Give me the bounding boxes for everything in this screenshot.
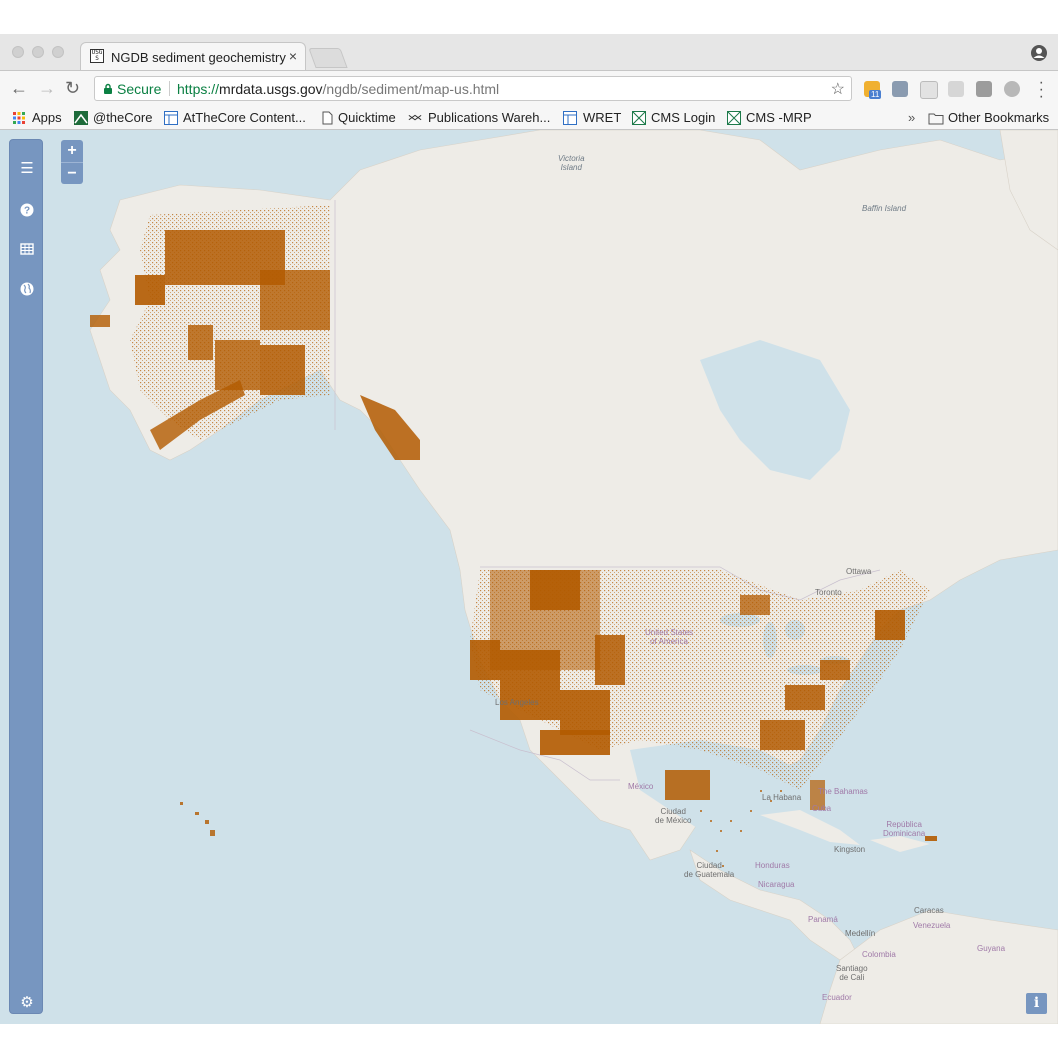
bookmark-thecore[interactable]: @theCore (93, 110, 152, 125)
profile-icon[interactable] (1030, 44, 1048, 62)
label-caracas: Caracas (914, 906, 944, 915)
url-host: mrdata.usgs.gov (219, 81, 323, 97)
bookmark-cms-mrp[interactable]: CMS -MRP (746, 110, 812, 125)
label-ciudad-de-mexico: Ciudad de México (655, 807, 692, 825)
tab-ngdb[interactable]: USGS NGDB sediment geochemistry × (80, 42, 306, 70)
label-kingston: Kingston (834, 845, 866, 854)
page-extension-icon[interactable] (920, 81, 938, 99)
address-separator (169, 81, 170, 96)
secure-label: Secure (117, 81, 162, 97)
bookmark-atthecore[interactable]: AtTheCore Content... (183, 110, 306, 125)
table-icon (563, 111, 577, 125)
table-icon[interactable] (19, 241, 35, 257)
bookmark-quicktime[interactable]: Quicktime (338, 110, 396, 125)
label-guyana: Guyana (977, 944, 1006, 953)
label-united-states: United States of America (645, 628, 694, 646)
info-button[interactable]: i (1026, 993, 1047, 1014)
apps-grid-icon (13, 112, 25, 124)
bookmark-apps[interactable]: Apps (32, 110, 62, 125)
tab-title: NGDB sediment geochemistry (111, 50, 286, 65)
url-text[interactable]: https://mrdata.usgs.gov/ngdb/sediment/ma… (177, 81, 499, 97)
table-icon (164, 111, 178, 125)
url-scheme: https:// (177, 81, 220, 97)
cms-icon (727, 111, 741, 125)
label-cuba: Cuba (812, 804, 832, 813)
label-ottawa: Ottawa (846, 567, 872, 576)
thecore-icon (74, 111, 88, 125)
font-extension-icon[interactable] (948, 81, 964, 97)
menu-icon[interactable]: ☰ (19, 161, 35, 177)
url-path: /ngdb/sediment/map-us.html (322, 81, 500, 97)
page-icon (322, 111, 333, 125)
note-extension-icon[interactable] (976, 81, 992, 97)
close-window-button[interactable] (12, 46, 24, 58)
back-arrow-icon[interactable]: ← (10, 78, 28, 99)
label-honduras: Honduras (755, 861, 790, 870)
label-mexico: México (628, 782, 654, 791)
tab-close-icon[interactable]: × (289, 48, 297, 64)
new-tab-button[interactable] (308, 48, 348, 68)
label-medellin: Medellín (845, 929, 876, 938)
label-la-habana: La Habana (762, 793, 802, 802)
bookmark-publications[interactable]: Publications Wareh... (428, 110, 550, 125)
dev-extension-icon[interactable] (892, 81, 908, 97)
tab-strip: USGS NGDB sediment geochemistry × (0, 34, 1058, 70)
usgs-favicon-icon: USGS (90, 49, 104, 63)
bookmark-cms-login[interactable]: CMS Login (651, 110, 715, 125)
settings-icon[interactable]: ⚙ (19, 995, 35, 1011)
label-ciudad-de-guatemala: Ciudad de Guatemala (684, 861, 735, 879)
label-panama: Panamá (808, 915, 838, 924)
favicon-text: USGS (91, 49, 103, 62)
label-colombia: Colombia (862, 950, 896, 959)
basemap (0, 130, 1058, 1024)
label-ecuador: Ecuador (822, 993, 852, 1002)
zoom-out-button[interactable]: − (61, 163, 83, 185)
map-sidebar: ☰ ? ⚙ (9, 139, 43, 1014)
cms-icon (632, 111, 646, 125)
speech-extension-icon[interactable] (1004, 81, 1020, 97)
label-venezuela: Venezuela (913, 921, 951, 930)
label-victoria-island: Victoria Island (558, 154, 585, 172)
label-baffin-island: Baffin Island (862, 204, 907, 213)
zoom-control: + − (61, 140, 83, 184)
zoom-window-button[interactable] (52, 46, 64, 58)
label-los-angeles: Los Angeles (495, 698, 539, 707)
bookmarks-bar: Apps @theCore AtTheCore Content... Quick… (0, 106, 1058, 130)
address-bar[interactable]: Secure https://mrdata.usgs.gov/ngdb/sedi… (94, 76, 852, 101)
help-icon[interactable]: ? (19, 202, 35, 218)
label-the-bahamas: The Bahamas (818, 787, 868, 796)
svg-text:?: ? (24, 206, 30, 217)
browser-window: USGS NGDB sediment geochemistry × ← → ↻ … (0, 34, 1058, 1024)
browser-toolbar: ← → ↻ Secure https://mrdata.usgs.gov/ngd… (0, 70, 1058, 106)
pubs-icon (408, 114, 422, 121)
other-bookmarks[interactable]: Other Bookmarks (948, 110, 1049, 125)
bookmark-wret[interactable]: WRET (583, 110, 621, 125)
zoom-in-button[interactable]: + (61, 140, 83, 162)
folder-icon (928, 113, 944, 125)
browser-menu-icon[interactable]: · · · (1039, 75, 1044, 105)
bookmark-star-icon[interactable]: ☆ (831, 79, 845, 99)
map-view[interactable]: Victoria Island Baffin Island Ottawa Tor… (0, 130, 1058, 1024)
globe-icon[interactable] (19, 281, 35, 297)
forward-arrow-icon[interactable]: → (38, 78, 56, 99)
reload-icon[interactable]: ↻ (65, 78, 80, 99)
extension-badge: 11 (869, 90, 882, 99)
label-toronto: Toronto (815, 588, 842, 597)
label-santiago-de-cali: Santiago de Cali (836, 964, 868, 982)
minimize-window-button[interactable] (32, 46, 44, 58)
lock-icon (104, 83, 112, 94)
label-republica-dominicana: República Dominicana (883, 820, 926, 838)
label-nicaragua: Nicaragua (758, 880, 795, 889)
bookmarks-overflow-icon[interactable]: » (908, 110, 915, 125)
